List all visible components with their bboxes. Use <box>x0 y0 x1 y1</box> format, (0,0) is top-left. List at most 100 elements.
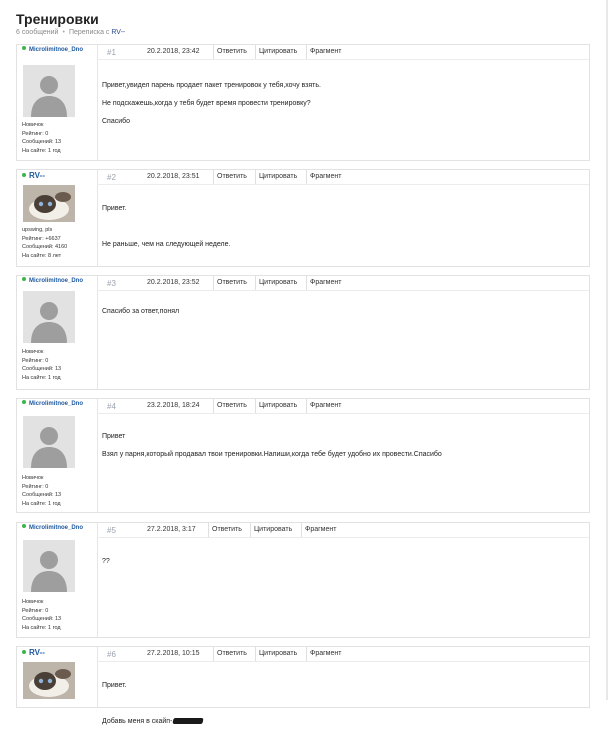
reply-button[interactable]: Ответить <box>208 523 245 537</box>
post-text-line: Спасибо за ответ,понял <box>102 308 180 315</box>
author-rating: Рейтинг: +6637 <box>22 235 61 242</box>
author-onsite: На сайте: 1 год <box>22 500 61 507</box>
author-rank: Новичок <box>22 475 44 481</box>
cat-avatar-icon[interactable] <box>23 662 75 699</box>
fragment-button[interactable]: Фрагмент <box>306 170 344 184</box>
post-date: 20.2.2018, 23:51 <box>147 173 200 180</box>
post-4: Microlimitnoe_Dno Новичок Рейтинг: 0 Соо… <box>16 398 590 513</box>
post-number[interactable]: #3 <box>107 279 116 288</box>
author-onsite: На сайте: 1 год <box>22 147 61 154</box>
author-stats: upswing, pls Рейтинг: +6637 Сообщений: 4… <box>22 226 67 260</box>
post-author-panel: Microlimitnoe_Dno Новичок Рейтинг: 0 Соо… <box>17 45 98 160</box>
post-6: RV-- #6 27.2.2018, 10:15 Ответить Цитиро… <box>16 646 590 725</box>
post-text-line: Не подскажешь,когда у тебя будет время п… <box>102 100 311 107</box>
post-number[interactable]: #4 <box>107 402 116 411</box>
quote-button[interactable]: Цитировать <box>255 170 300 184</box>
fragment-button[interactable]: Фрагмент <box>306 647 344 661</box>
conversation-prefix: Переписка с <box>68 29 110 36</box>
post-1: Microlimitnoe_Dno Новичок Рейтинг: 0 Соо… <box>16 44 590 161</box>
author-onsite: На сайте: 1 год <box>22 374 61 381</box>
author-onsite: На сайте: 1 год <box>22 624 61 631</box>
author-rating: Рейтинг: 0 <box>22 357 49 364</box>
quote-button[interactable]: Цитировать <box>255 399 300 413</box>
author-stats: Новичок Рейтинг: 0 Сообщений: 13 На сайт… <box>22 348 61 382</box>
fragment-button[interactable]: Фрагмент <box>306 45 344 59</box>
post-body: Спасибо за ответ,понял <box>102 298 179 325</box>
post-body: Привет,увидел парень продает пакет трени… <box>102 72 321 135</box>
post-header: #6 27.2.2018, 10:15 Ответить Цитировать … <box>97 647 589 662</box>
post-text-spacer <box>102 222 230 231</box>
online-indicator <box>22 46 26 51</box>
author-stats: Новичок Рейтинг: 0 Сообщений: 13 На сайт… <box>22 598 61 632</box>
post-header: #5 27.2.2018, 3:17 Ответить Цитировать Ф… <box>97 523 589 538</box>
post-5: Microlimitnoe_Dno Новичок Рейтинг: 0 Соо… <box>16 522 590 638</box>
post-text-line: Привет,увидел парень продает пакет трени… <box>102 82 321 89</box>
author-messages: Сообщений: 13 <box>22 616 62 622</box>
online-indicator <box>22 524 26 529</box>
author-messages: Сообщений: 13 <box>22 139 62 145</box>
author-name[interactable]: Microlimitnoe_Dno <box>22 277 83 284</box>
author-rank: Новичок <box>22 599 44 605</box>
post-author-panel: Microlimitnoe_Dno Новичок Рейтинг: 0 Соо… <box>17 523 98 637</box>
reply-button[interactable]: Ответить <box>213 399 250 413</box>
author-messages: Сообщений: 4160 <box>22 244 68 250</box>
post-number[interactable]: #2 <box>107 173 116 182</box>
quote-button[interactable]: Цитировать <box>250 523 295 537</box>
post-text-line: Добавь меня в скайп- <box>102 717 205 726</box>
author-name[interactable]: Microlimitnoe_Dno <box>22 46 83 53</box>
post-date: 23.2.2018, 18:24 <box>147 402 200 409</box>
cat-avatar-icon[interactable] <box>23 185 75 222</box>
author-name[interactable]: RV-- <box>22 648 45 657</box>
post-number[interactable]: #5 <box>107 526 116 535</box>
post-text-line: Привет <box>102 433 126 440</box>
author-rating: Рейтинг: 0 <box>22 130 49 137</box>
quote-button[interactable]: Цитировать <box>255 647 300 661</box>
post-3: Microlimitnoe_Dno Новичок Рейтинг: 0 Соо… <box>16 275 590 390</box>
quote-button[interactable]: Цитировать <box>255 45 300 59</box>
fragment-button[interactable]: Фрагмент <box>306 399 344 413</box>
post-date: 20.2.2018, 23:42 <box>147 48 200 55</box>
conversation-user-link[interactable]: RV-- <box>111 29 125 36</box>
default-avatar-icon[interactable] <box>23 291 75 343</box>
post-number[interactable]: #1 <box>107 48 116 57</box>
post-number[interactable]: #6 <box>107 650 116 659</box>
online-indicator <box>22 172 26 177</box>
author-messages: Сообщений: 13 <box>22 492 62 498</box>
conversation-subtitle: 6 сообщений • Переписка с RV-- <box>16 29 125 36</box>
post-date: 27.2.2018, 10:15 <box>147 650 200 657</box>
fragment-button[interactable]: Фрагмент <box>306 276 344 290</box>
post-header: #3 20.2.2018, 23:52 Ответить Цитировать … <box>97 276 589 291</box>
message-count: 6 сообщений <box>16 29 59 36</box>
post-author-panel: RV-- upswing, pls Рейтинг: +6637 Сообщен… <box>17 170 98 266</box>
reply-button[interactable]: Ответить <box>213 45 250 59</box>
reply-button[interactable]: Ответить <box>213 276 250 290</box>
post-body: Привет. Добавь меня в скайп- <box>102 672 205 735</box>
author-name[interactable]: Microlimitnoe_Dno <box>22 400 83 407</box>
author-rank: Новичок <box>22 122 44 128</box>
redacted-scribble <box>172 718 205 725</box>
post-body: ?? <box>102 548 110 575</box>
post-text-spacer <box>102 699 203 708</box>
default-avatar-icon[interactable] <box>23 65 75 117</box>
author-name[interactable]: RV-- <box>22 171 45 180</box>
post-header: #2 20.2.2018, 23:51 Ответить Цитировать … <box>97 170 589 185</box>
reply-button[interactable]: Ответить <box>213 170 250 184</box>
reply-button[interactable]: Ответить <box>213 647 250 661</box>
default-avatar-icon[interactable] <box>23 416 75 468</box>
default-avatar-icon[interactable] <box>23 540 75 592</box>
author-rank: Новичок <box>22 349 44 355</box>
quote-button[interactable]: Цитировать <box>255 276 300 290</box>
post-author-panel: Microlimitnoe_Dno Новичок Рейтинг: 0 Соо… <box>17 276 98 389</box>
fragment-button[interactable]: Фрагмент <box>301 523 339 537</box>
author-stats: Новичок Рейтинг: 0 Сообщений: 13 На сайт… <box>22 474 61 508</box>
online-indicator <box>22 277 26 282</box>
post-text-line: Не раньше, чем на следующей неделе. <box>102 241 231 248</box>
post-date: 20.2.2018, 23:52 <box>147 279 200 286</box>
online-indicator <box>22 649 26 654</box>
author-rating: Рейтинг: 0 <box>22 483 49 490</box>
author-name[interactable]: Microlimitnoe_Dno <box>22 524 83 531</box>
post-text-line: Спасибо <box>102 118 131 125</box>
post-author-panel: Microlimitnoe_Dno Новичок Рейтинг: 0 Соо… <box>17 399 98 512</box>
post-text-line: ?? <box>102 558 110 565</box>
author-rank: upswing, pls <box>22 227 53 233</box>
